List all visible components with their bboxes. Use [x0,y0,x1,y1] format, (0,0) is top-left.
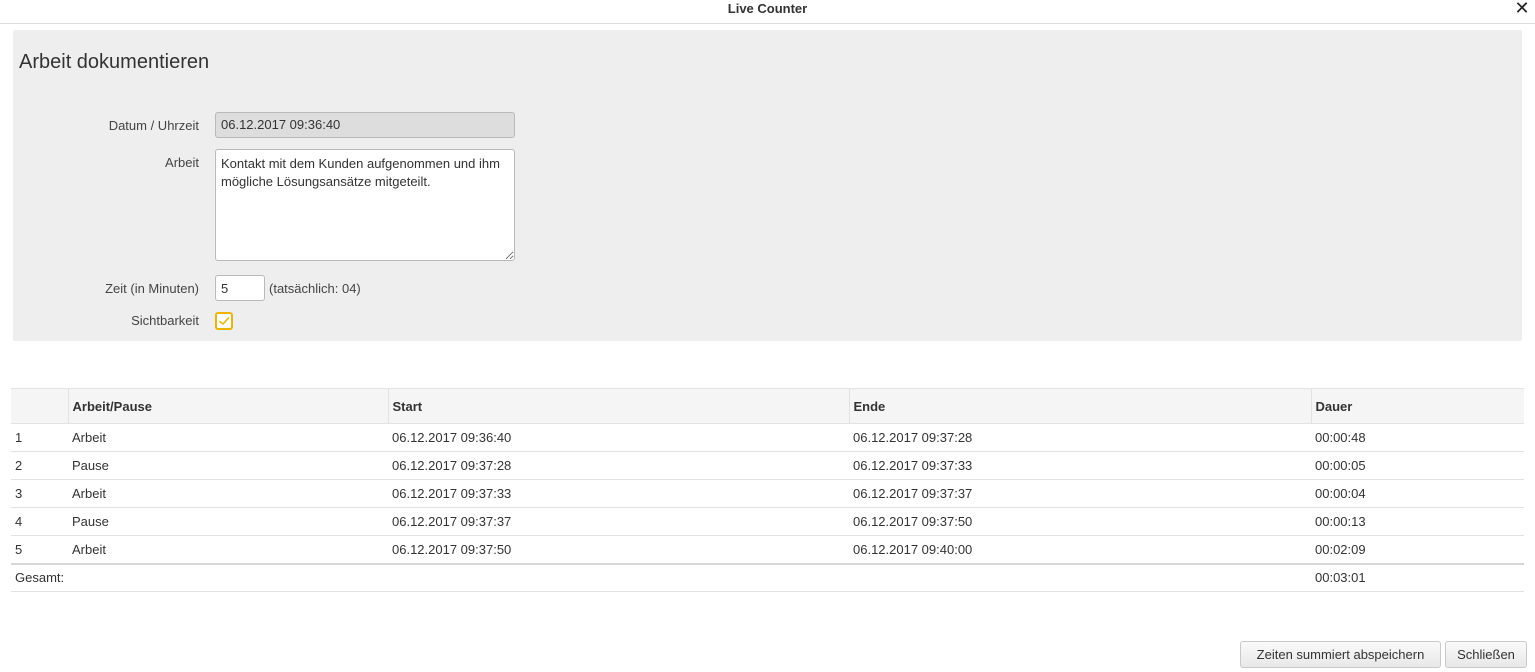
column-header-type: Arbeit/Pause [67,388,388,424]
row-start: 06.12.2017 09:37:28 [388,451,849,480]
work-form-panel: Arbeit dokumentieren Datum / Uhrzeit 06.… [13,30,1522,341]
form-heading: Arbeit dokumentieren [19,51,210,73]
row-end: 06.12.2017 09:37:28 [849,423,1311,452]
row-end: 06.12.2017 09:40:00 [849,535,1311,564]
time-entries-table: Arbeit/Pause Start Ende Dauer 1 Arbeit 0… [11,388,1524,592]
window-title: Live Counter [727,1,808,16]
total-label: Gesamt: [11,562,1311,592]
datetime-field: 06.12.2017 09:36:40 [215,112,515,138]
time-label: Zeit (in Minuten) [105,281,199,296]
time-minutes-input[interactable] [215,275,265,301]
datetime-label: Datum / Uhrzeit [108,118,199,133]
work-textarea[interactable]: Kontakt mit dem Kunden aufgenommen und i… [215,149,515,261]
table-row: 4 Pause 06.12.2017 09:37:37 06.12.2017 0… [11,507,1524,536]
column-header-start: Start [387,388,849,424]
table-row: 1 Arbeit 06.12.2017 09:36:40 06.12.2017 … [11,423,1524,452]
row-index: 1 [11,423,68,452]
visibility-label: Sichtbarkeit [131,313,199,328]
row-index: 3 [11,479,68,508]
row-index: 4 [11,507,68,536]
row-index: 2 [11,451,68,480]
row-duration: 00:00:13 [1311,507,1524,536]
close-button[interactable]: Schließen [1445,641,1527,668]
row-start: 06.12.2017 09:37:50 [388,535,849,564]
table-total-row: Gesamt: 00:03:01 [11,562,1524,592]
row-type: Arbeit [68,535,388,564]
table-header-row: Arbeit/Pause Start Ende Dauer [11,388,1524,424]
table-row: 2 Pause 06.12.2017 09:37:28 06.12.2017 0… [11,451,1524,480]
close-icon[interactable]: ✕ [1513,0,1531,18]
total-duration: 00:03:01 [1311,562,1524,592]
row-end: 06.12.2017 09:37:37 [849,479,1311,508]
row-duration: 00:02:09 [1311,535,1524,564]
visibility-checkbox[interactable] [215,312,233,330]
row-type: Pause [68,507,388,536]
row-start: 06.12.2017 09:37:33 [388,479,849,508]
checkmark-icon [219,317,230,325]
row-end: 06.12.2017 09:37:33 [849,451,1311,480]
row-index: 5 [11,535,68,564]
work-label: Arbeit [165,155,199,170]
actual-time-hint: (tatsächlich: 04) [269,281,361,296]
column-header-index [11,388,68,424]
column-header-end: Ende [848,388,1311,424]
title-bar: Live Counter ✕ [0,0,1535,24]
save-summed-button[interactable]: Zeiten summiert abspeichern [1240,641,1441,668]
table-row: 5 Arbeit 06.12.2017 09:37:50 06.12.2017 … [11,535,1524,564]
column-header-duration: Dauer [1310,388,1524,424]
row-type: Arbeit [68,423,388,452]
row-start: 06.12.2017 09:36:40 [388,423,849,452]
row-duration: 00:00:48 [1311,423,1524,452]
row-end: 06.12.2017 09:37:50 [849,507,1311,536]
row-duration: 00:00:04 [1311,479,1524,508]
table-row: 3 Arbeit 06.12.2017 09:37:33 06.12.2017 … [11,479,1524,508]
row-type: Pause [68,451,388,480]
row-start: 06.12.2017 09:37:37 [388,507,849,536]
row-duration: 00:00:05 [1311,451,1524,480]
row-type: Arbeit [68,479,388,508]
